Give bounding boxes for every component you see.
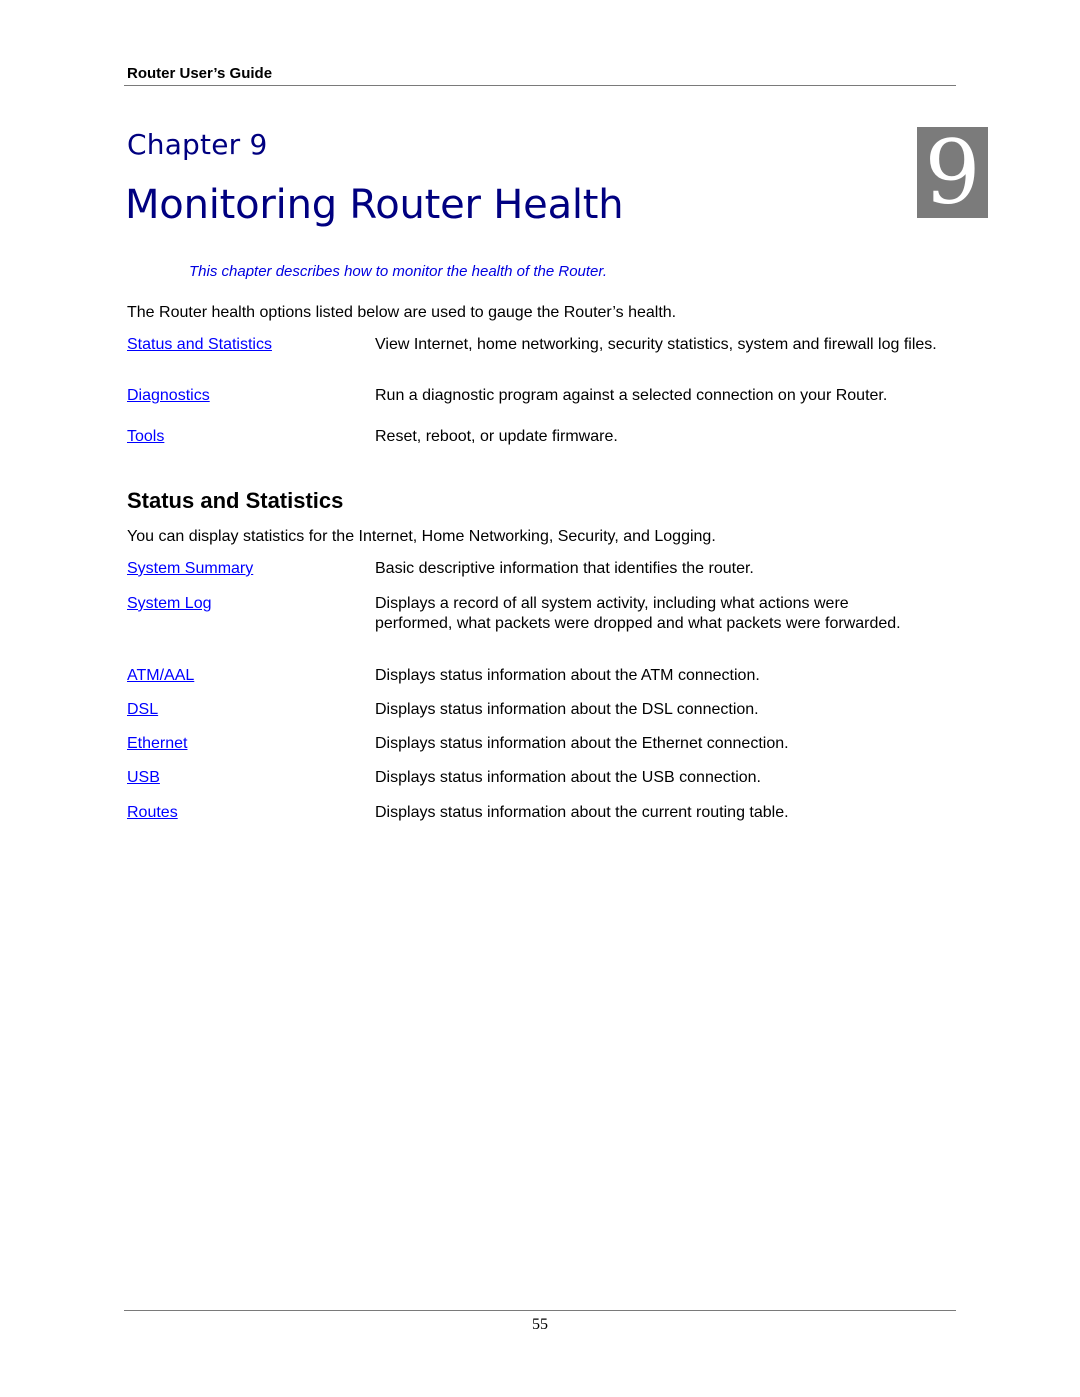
status-description: Displays status information about the Et… — [375, 735, 789, 752]
diagnostics-link[interactable]: Diagnostics — [127, 386, 210, 406]
section-heading-status-and-statistics: Status and Statistics — [127, 488, 344, 513]
status-description: Displays a record of all system activity… — [375, 595, 901, 632]
option-description: View Internet, home networking, security… — [375, 336, 937, 353]
status-description: Displays status information about the US… — [375, 769, 761, 786]
status-description: Displays status information about the DS… — [375, 701, 759, 718]
chapter-summary: This chapter describes how to monitor th… — [189, 263, 608, 280]
section-paragraph: You can display statistics for the Inter… — [127, 528, 716, 545]
header-divider — [124, 85, 956, 86]
ethernet-link[interactable]: Ethernet — [127, 734, 187, 754]
page-number: 55 — [532, 1316, 548, 1333]
chapter-number-badge: 9 — [917, 127, 988, 218]
system-summary-link[interactable]: System Summary — [127, 559, 253, 579]
option-description: Reset, reboot, or update firmware. — [375, 428, 618, 445]
status-description: Displays status information about the AT… — [375, 667, 760, 684]
option-description: Run a diagnostic program against a selec… — [375, 387, 888, 404]
dsl-link[interactable]: DSL — [127, 700, 158, 720]
system-log-link[interactable]: System Log — [127, 594, 211, 614]
running-header-title: Router User’s Guide — [127, 65, 273, 82]
status-description: Basic descriptive information that ident… — [375, 560, 754, 577]
tools-link[interactable]: Tools — [127, 427, 164, 447]
intro-paragraph: The Router health options listed below a… — [127, 304, 677, 321]
atm-aal-link[interactable]: ATM/AAL — [127, 666, 194, 686]
footer-divider — [124, 1310, 956, 1311]
status-description: Displays status information about the cu… — [375, 804, 789, 821]
routes-link[interactable]: Routes — [127, 803, 178, 823]
chapter-title: Monitoring Router Health — [125, 182, 624, 228]
status-and-statistics-link[interactable]: Status and Statistics — [127, 335, 272, 355]
chapter-label: Chapter 9 — [127, 128, 268, 161]
usb-link[interactable]: USB — [127, 768, 160, 788]
